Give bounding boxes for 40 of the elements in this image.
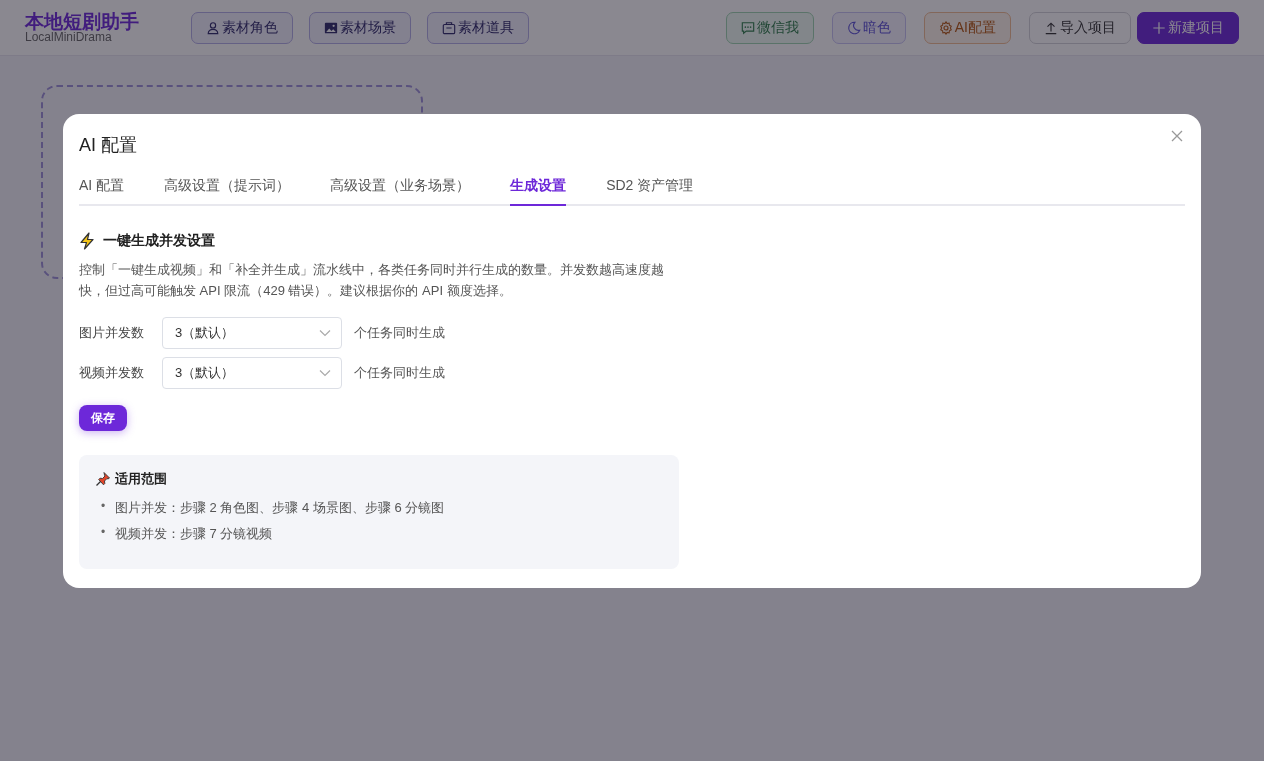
- section-title: 一键生成并发设置: [103, 231, 215, 250]
- material-button[interactable]: 素材场景: [309, 11, 411, 44]
- upload-icon: [1044, 20, 1058, 35]
- field-suffix: 个任务同时生成: [354, 364, 445, 383]
- chevron-down-icon: [319, 329, 331, 337]
- tab[interactable]: 高级设置（业务场景）: [330, 175, 471, 206]
- tab[interactable]: AI 配置: [79, 175, 125, 206]
- section-description: 控制「一键生成视频」和「补全并生成」流水线中，各类任务同时并行生成的数量。并发数越高速度越快，但过高可能触发 API 限流（429 错误）。建议根据你的 API 额度选择。: [79, 261, 665, 300]
- field-label: 图片并发数: [79, 324, 145, 343]
- bullet: •: [101, 497, 107, 515]
- bullet: •: [101, 523, 107, 541]
- box-icon: [442, 20, 456, 35]
- moon-icon: [846, 20, 861, 35]
- tab[interactable]: 生成设置: [510, 175, 567, 206]
- tab[interactable]: 高级设置（提示词）: [164, 175, 291, 206]
- plus-icon: [1152, 20, 1166, 35]
- save-button[interactable]: 保存: [79, 405, 127, 431]
- image-icon: [324, 20, 338, 35]
- material-button[interactable]: 素材道具: [427, 11, 529, 44]
- select-field[interactable]: 3（默认）: [162, 317, 342, 349]
- dialog-title: AI 配置: [79, 134, 137, 157]
- chevron-down-icon: [319, 369, 331, 377]
- pushpin-icon: [95, 470, 111, 487]
- info-title: 适用范围: [115, 470, 167, 488]
- app-title: 本地短剧助手: [25, 11, 139, 32]
- gear-icon: [938, 20, 953, 35]
- close-icon[interactable]: [1171, 130, 1183, 142]
- lightning-icon: [79, 231, 95, 250]
- person-icon: [206, 20, 220, 35]
- material-button[interactable]: 素材角色: [191, 11, 293, 44]
- nav-button[interactable]: 导入项目: [1029, 11, 1131, 44]
- list-item: 图片并发：步骤 2 角色图、步骤 4 场景图、步骤 6 分镜图: [115, 498, 445, 517]
- chat-icon: [740, 20, 755, 35]
- list-item: 视频并发：步骤 7 分镜视频: [115, 524, 273, 543]
- field-label: 视频并发数: [79, 364, 145, 383]
- select-field[interactable]: 3（默认）: [162, 357, 342, 389]
- nav-button[interactable]: 新建项目: [1137, 11, 1239, 44]
- app-subtitle: LocalMiniDrama: [25, 31, 112, 44]
- field-suffix: 个任务同时生成: [354, 324, 445, 343]
- tab[interactable]: SD2 资产管理: [606, 175, 694, 206]
